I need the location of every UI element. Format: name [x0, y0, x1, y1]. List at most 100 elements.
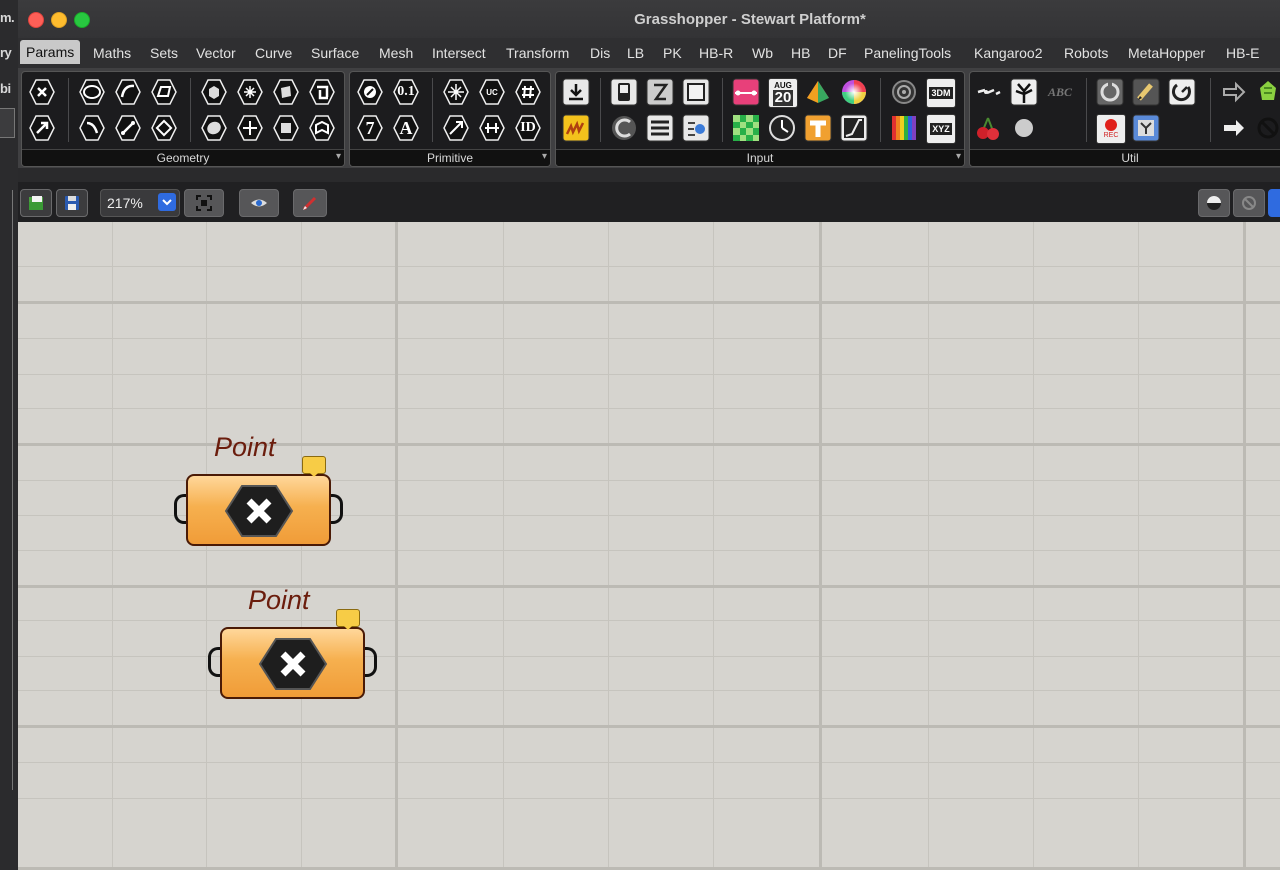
tab-curve[interactable]: Curve [255, 45, 292, 61]
number-param-icon[interactable]: 0.1 [392, 78, 420, 106]
md-slider-icon[interactable] [804, 114, 832, 142]
galapagos-icon[interactable] [1010, 78, 1038, 106]
line-param-icon[interactable] [78, 114, 106, 142]
point-param-icon[interactable] [28, 78, 56, 106]
color-param-icon[interactable]: UC [478, 78, 506, 106]
cherry-picker-icon[interactable] [974, 114, 1002, 142]
relay-arrow-icon[interactable] [1220, 78, 1248, 106]
data-param-icon[interactable] [442, 78, 470, 106]
tab-metahopper[interactable]: MetaHopper [1128, 45, 1205, 61]
domain-param-icon[interactable] [514, 78, 542, 106]
pencil-icon[interactable] [1132, 78, 1160, 106]
data-recorder-loop-icon[interactable] [1096, 78, 1124, 106]
circle-param-icon[interactable] [78, 78, 106, 106]
tab-hb-r[interactable]: HB-R [699, 45, 733, 61]
zoom-extents-button[interactable] [184, 189, 224, 217]
component-body[interactable] [186, 474, 331, 546]
zoom-dropdown-button[interactable] [158, 193, 176, 211]
interval-param-icon[interactable] [478, 114, 506, 142]
tab-maths[interactable]: Maths [93, 45, 131, 61]
panel-label-geometry[interactable]: Geometry ▾ [22, 149, 344, 166]
box-param-icon[interactable] [200, 78, 228, 106]
tab-vector[interactable]: Vector [196, 45, 236, 61]
tab-pk[interactable]: PK [663, 45, 682, 61]
integer-param-icon[interactable]: 7 [356, 114, 384, 142]
tab-kangaroo2[interactable]: Kangaroo2 [974, 45, 1043, 61]
tab-hb[interactable]: HB [791, 45, 810, 61]
panel-expand-icon[interactable]: ▾ [956, 149, 961, 165]
tab-params[interactable]: Params [20, 40, 81, 64]
filter-icon[interactable] [1132, 114, 1160, 142]
preview-shaded-button[interactable] [1198, 189, 1230, 217]
hops-icon[interactable] [1254, 78, 1280, 106]
tab-sets[interactable]: Sets [150, 45, 178, 61]
trigger-icon[interactable] [1168, 78, 1196, 106]
arc-param-icon[interactable] [114, 78, 142, 106]
color-wheel-swatch-icon[interactable] [804, 78, 832, 106]
null-icon[interactable] [1254, 114, 1280, 142]
segment-param-icon[interactable] [114, 114, 142, 142]
data-dam-arrow-icon[interactable] [1220, 114, 1248, 142]
button-icon[interactable] [610, 114, 638, 142]
field-param-icon[interactable] [236, 114, 264, 142]
subd-param-icon[interactable] [308, 114, 336, 142]
sketch-tool-button[interactable] [293, 189, 327, 217]
data-input-icon[interactable] [562, 78, 590, 106]
component-body[interactable] [220, 627, 365, 699]
brep-param-icon[interactable] [200, 114, 228, 142]
import-3dm-icon[interactable]: 3DM [926, 78, 956, 108]
shader-param-icon[interactable] [442, 114, 470, 142]
tab-panelingtools[interactable]: PanelingTools [864, 45, 951, 61]
tab-wb[interactable]: Wb [752, 45, 773, 61]
panel-label-primitive[interactable]: Primitive ▾ [350, 149, 550, 166]
value-list-icon[interactable] [646, 114, 674, 142]
toggle-icon[interactable] [610, 78, 638, 106]
slider-icon[interactable] [646, 78, 674, 106]
text-param-icon[interactable]: A [392, 114, 420, 142]
cluster-input-icon[interactable] [974, 78, 1002, 106]
preview-off-button[interactable] [1233, 189, 1265, 217]
calendar-icon[interactable]: AUG 20 [768, 78, 798, 108]
vector-param-icon[interactable] [28, 114, 56, 142]
preview-toggle-button[interactable] [239, 189, 279, 217]
panel-label-util[interactable]: Util [970, 149, 1280, 166]
image-sampler-icon[interactable] [732, 114, 760, 142]
curve-param-icon[interactable] [150, 78, 178, 106]
zoom-control[interactable]: 217% [100, 189, 180, 217]
control-knob-icon[interactable] [682, 114, 710, 142]
graph-mapper-icon[interactable] [562, 114, 590, 142]
tab-hb-e[interactable]: HB-E [1226, 45, 1259, 61]
tab-transform[interactable]: Transform [506, 45, 569, 61]
guid-param-icon[interactable]: ID [514, 114, 542, 142]
data-recorder-icon[interactable]: REC [1096, 114, 1126, 144]
grasshopper-canvas[interactable]: Point Point [18, 222, 1280, 870]
panel-label-input[interactable]: Input ▾ [556, 149, 964, 166]
scribble-icon[interactable]: ABC [1046, 78, 1074, 106]
panel-icon[interactable] [682, 78, 710, 106]
mesh-param-icon[interactable] [236, 78, 264, 106]
location-param-icon[interactable] [272, 114, 300, 142]
twisted-box-param-icon[interactable] [308, 78, 336, 106]
tab-df[interactable]: DF [828, 45, 847, 61]
surface-param-icon[interactable] [272, 78, 300, 106]
jump-icon[interactable] [1010, 114, 1038, 142]
save-file-button[interactable] [56, 189, 88, 217]
preview-selected-button[interactable] [1268, 189, 1280, 217]
clock-icon[interactable] [768, 114, 796, 142]
rectangle-param-icon[interactable] [150, 114, 178, 142]
geometry-cache-icon[interactable] [890, 78, 918, 106]
tab-robots[interactable]: Robots [1064, 45, 1108, 61]
point-component[interactable]: Point [174, 432, 344, 546]
tab-dis[interactable]: Dis [590, 45, 610, 61]
point-component[interactable]: Point [208, 585, 378, 699]
curve-graph-icon[interactable] [840, 114, 868, 142]
open-file-button[interactable] [20, 189, 52, 217]
import-coordinates-icon[interactable]: XYZ [926, 114, 956, 144]
gradient-icon[interactable] [732, 78, 760, 106]
boolean-param-icon[interactable] [356, 78, 384, 106]
panel-expand-icon[interactable]: ▾ [542, 149, 547, 165]
tab-mesh[interactable]: Mesh [379, 45, 413, 61]
tab-lb[interactable]: LB [627, 45, 644, 61]
import-image-icon[interactable] [890, 114, 918, 142]
panel-expand-icon[interactable]: ▾ [336, 149, 341, 165]
